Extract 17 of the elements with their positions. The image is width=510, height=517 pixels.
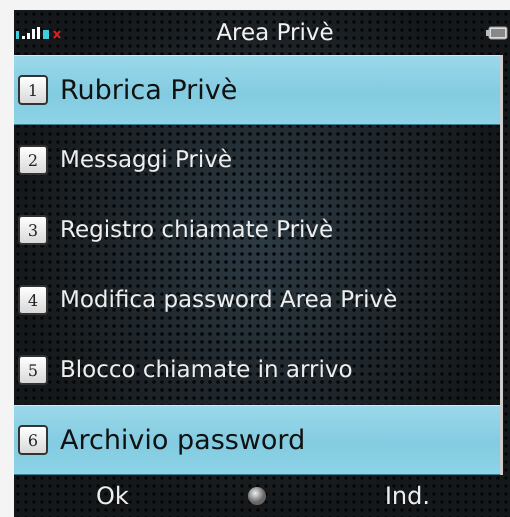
number-key: 3 (18, 215, 48, 245)
number-key: 2 (18, 145, 48, 175)
menu-item-label[interactable]: Blocco chiamate in arrivo (60, 357, 353, 383)
ok-softkey[interactable]: Ok (96, 482, 129, 510)
menu-item-label[interactable]: Archivio password (60, 424, 306, 456)
back-softkey[interactable]: Ind. (384, 482, 430, 510)
screen-title: Area Privè (215, 20, 335, 46)
menu-item-label[interactable]: Rubrica Privè (60, 74, 238, 106)
number-key: 6 (18, 425, 48, 455)
menu-item-label[interactable]: Messaggi Privè (60, 147, 232, 173)
menu-item-label[interactable]: Registro chiamate Privè (60, 217, 334, 243)
navigation-key-icon[interactable] (246, 486, 267, 506)
number-key: 5 (18, 355, 48, 385)
menu-item-label[interactable]: Modifica password Area Privè (60, 287, 398, 313)
number-key: 1 (18, 75, 48, 105)
battery-icon (486, 26, 508, 40)
number-key: 4 (18, 285, 48, 315)
